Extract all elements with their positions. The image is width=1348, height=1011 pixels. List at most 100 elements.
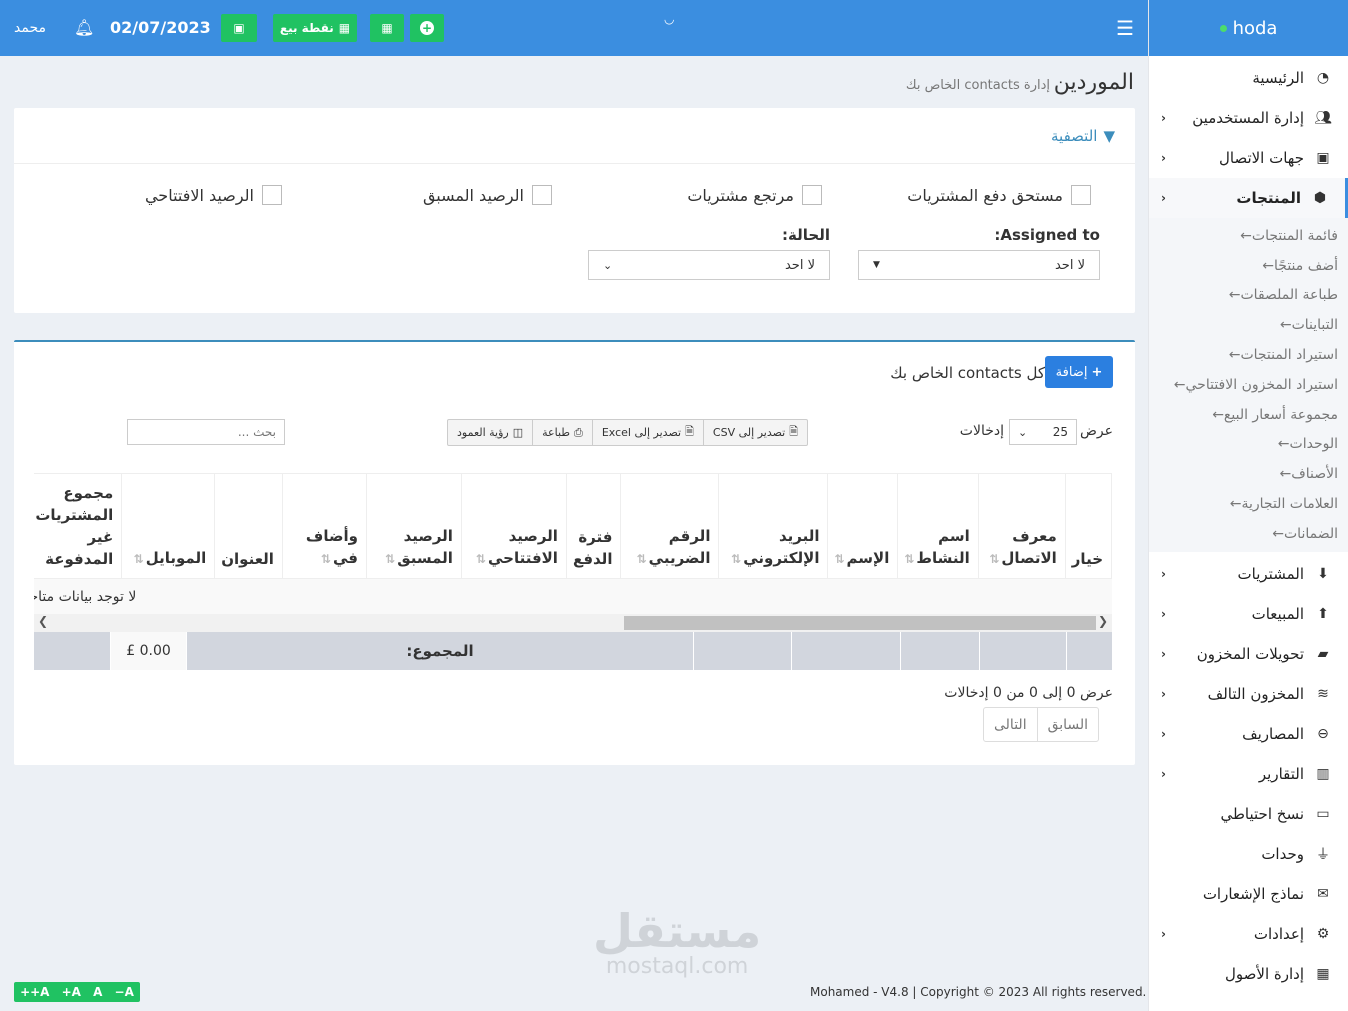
checkbox-box[interactable] (262, 185, 282, 205)
column-header[interactable]: الرقم الضريبي⇅ (620, 473, 720, 579)
column-header-label: البريد الإلكتروني (743, 527, 820, 567)
filter-header[interactable]: ▼ التصفية (14, 108, 1135, 164)
column-header[interactable]: الموبايل⇅ (121, 473, 216, 579)
checkbox-box[interactable] (802, 185, 822, 205)
current-date: 02/07/2023 (110, 18, 211, 37)
submenu-item[interactable]: العلامات التجارية ← (1149, 489, 1348, 519)
column-header[interactable]: الإسم⇅ (827, 473, 899, 579)
font-reset[interactable]: A (93, 985, 102, 999)
sidebar-item[interactable]: ≋ المخزون التالف ‹ (1149, 674, 1348, 714)
add-circle-button[interactable]: + (410, 14, 444, 42)
sidebar-item[interactable]: ▭ نسخ احتياطي (1149, 794, 1348, 834)
checkbox-advance-balance[interactable]: الرصيد المسبق (423, 185, 552, 205)
column-header-label: معرف الاتصال (1001, 527, 1057, 567)
page-length-select[interactable]: 25 ⌄ (1009, 419, 1077, 445)
calculator-button[interactable]: ▦ (370, 14, 404, 42)
sidebar-item-label: وحدات (1261, 844, 1304, 863)
checkbox-purchase-return[interactable]: مرتجع مشتريات (687, 185, 822, 205)
submenu-item[interactable]: فائمة المنتجات ← (1149, 221, 1348, 251)
font-increase[interactable]: +A (62, 985, 81, 999)
sidebar-item[interactable]: ▰ تحويلات المخزون ‹ (1149, 634, 1348, 674)
submenu-item[interactable]: الأصناف ← (1149, 459, 1348, 489)
cash-register-button[interactable]: ▣ (221, 14, 257, 42)
brand[interactable]: hoda (1149, 0, 1348, 56)
filter-box: ▼ التصفية مستحق دفع المشتريات مرتجع مشتر… (14, 108, 1135, 313)
assigned-to-select[interactable]: لا احد ▼ (858, 250, 1100, 280)
font-decrease[interactable]: −A (115, 985, 134, 999)
font-size-controls[interactable]: ++A +A A −A (14, 982, 140, 1002)
scroll-right-arrow-icon[interactable]: ❯ (38, 614, 48, 628)
font-increase-more[interactable]: ++A (20, 985, 49, 999)
submenu-item[interactable]: طباعة الملصقات ← (1149, 281, 1348, 311)
column-header[interactable]: معرف الاتصال⇅ (977, 473, 1066, 579)
column-header[interactable]: البريد الإلكتروني⇅ (718, 473, 829, 579)
sidebar-item[interactable]: ▥ التقارير ‹ (1149, 754, 1348, 794)
column-header[interactable]: فترة الدفع (565, 473, 622, 579)
column-header[interactable]: وأضاف في⇅ (281, 473, 367, 579)
column-header[interactable]: اسم النشاط⇅ (897, 473, 979, 579)
submenu-item[interactable]: الوحدات ← (1149, 430, 1348, 460)
print-button[interactable]: ⎙ طباعة (532, 420, 592, 445)
filter-icon: ▼ (1103, 126, 1115, 145)
checkbox-opening-balance[interactable]: الرصيد الافتتاحي (145, 185, 282, 205)
column-header[interactable]: العنوان (214, 473, 283, 579)
sidebar-item[interactable]: ⏚ وحدات (1149, 834, 1348, 874)
user-menu[interactable]: محمد (14, 20, 46, 36)
horizontal-scrollbar[interactable]: ❮ ❯ (34, 614, 1112, 632)
sidebar-item[interactable]: ▦ إدارة الأصول (1149, 954, 1348, 994)
submenu-item[interactable]: مجموعة أسعار البيع ← (1149, 400, 1348, 430)
table-info: عرض 0 إلى 0 من 0 إدخالات (944, 685, 1113, 701)
sidebar-item-label: نسخ احتياطي (1220, 804, 1304, 823)
sort-icon: ⇅ (904, 552, 915, 566)
pos-button[interactable]: ▦ نقطة بيع (273, 14, 357, 42)
submenu-item[interactable]: التباينات ← (1149, 310, 1348, 340)
submenu-item[interactable]: أضف منتجًا ← (1149, 251, 1348, 281)
sidebar-item[interactable]: ✉ نماذج الإشعارات (1149, 874, 1348, 914)
sidebar-item[interactable]: ◔ الرئيسية (1149, 58, 1348, 98)
status-select[interactable]: لا احد ⌄ (588, 250, 830, 280)
submenu-item[interactable]: استيراد المنتجات ← (1149, 340, 1348, 370)
scroll-left-arrow-icon[interactable]: ❮ (1098, 614, 1108, 628)
sort-icon: ⇅ (320, 552, 331, 566)
bar-chart-icon: ▥ (1316, 765, 1330, 782)
column-header[interactable]: مجموع المشتريات غير المدفوعة (34, 473, 123, 579)
submenu-item-label: التباينات (1291, 317, 1338, 334)
sidebar-item[interactable]: ⬆ المبيعات ‹ (1149, 594, 1348, 634)
bell-icon[interactable]: 🔔︎ (74, 18, 94, 37)
search-input[interactable] (127, 419, 285, 445)
sidebar-item[interactable]: 👥︎ إدارة المستخدمين ‹ (1149, 98, 1348, 138)
address-book-icon: ▣ (1316, 150, 1330, 166)
database-icon: ≋ (1317, 685, 1329, 702)
show-label: عرض (1079, 423, 1113, 439)
add-button[interactable]: + إضافة (1045, 356, 1113, 388)
sidebar-item-label: المنتجات (1236, 189, 1301, 207)
column-visibility-button[interactable]: ◫ رؤية العمود (448, 420, 532, 445)
previous-page-button[interactable]: السابق (1036, 708, 1098, 741)
sidebar-item[interactable]: ⬢ المنتجات ‹ (1149, 178, 1348, 218)
watermark-line1: مستقل (593, 904, 762, 958)
column-header[interactable]: الرصيد المسبق⇅ (365, 473, 462, 579)
column-header[interactable]: الرصيد الافتتاحي⇅ (460, 473, 567, 579)
arrow-left-icon: ← (1173, 376, 1186, 393)
checkbox-box[interactable] (532, 185, 552, 205)
export-excel-button[interactable]: 🗎︎ تصدير إلى Excel (591, 420, 703, 445)
checkbox-label: الرصيد الافتتاحي (144, 185, 254, 205)
column-header[interactable]: خيار (1064, 473, 1112, 579)
sidebar-item[interactable]: ⚙ إعدادات ‹ (1149, 914, 1348, 954)
hamburger-menu-icon[interactable]: ☰ (1116, 16, 1134, 40)
export-csv-button[interactable]: 🗎︎ تصدير إلى CSV (702, 420, 807, 445)
submenu-item[interactable]: الضمانات ← (1149, 519, 1348, 549)
print-icon: ⎙ (574, 425, 583, 439)
submenu-item-label: الأصناف (1291, 466, 1338, 483)
checkbox-box[interactable] (1071, 185, 1091, 205)
sidebar-item[interactable]: ⬇ المشتريات ‹ (1149, 554, 1348, 594)
arrow-left-icon: ← (1277, 436, 1290, 453)
next-page-button[interactable]: التالى (984, 708, 1037, 741)
submenu-item[interactable]: استيراد المخزون الافتتاحي ← (1149, 370, 1348, 400)
scrollbar-thumb[interactable] (624, 616, 1096, 630)
top-navbar: ☰ ◡ + ▦ ▦ نقطة بيع ▣ 02/07/2023 🔔︎ محمد (0, 0, 1148, 56)
sidebar-item[interactable]: ▣ جهات الاتصال ‹ (1149, 138, 1348, 178)
sidebar-item[interactable]: ⊖ المصاريف ‹ (1149, 714, 1348, 754)
file-icon: 🗎︎ (789, 425, 799, 438)
checkbox-purchase-due[interactable]: مستحق دفع المشتريات (907, 185, 1091, 205)
